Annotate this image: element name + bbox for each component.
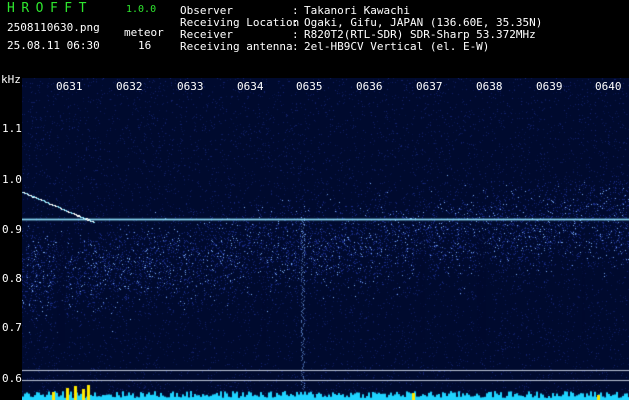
x-tick-label: 0637: [416, 80, 443, 93]
y-tick-label: 0.9: [2, 223, 22, 236]
file-name: 2508110630.png: [7, 21, 100, 34]
antenna-label: Receiving antenna: [180, 40, 293, 53]
spectrogram-display: [22, 78, 629, 400]
antenna-separator: :: [292, 40, 299, 53]
antenna-value: 2el-HB9CV Vertical (el. E-W): [304, 40, 490, 53]
app-version: 1.0.0: [126, 4, 157, 15]
observation-datetime: 25.08.11 06:30: [7, 39, 100, 52]
x-tick-label: 0640: [595, 80, 622, 93]
x-tick-label: 0632: [116, 80, 143, 93]
x-tick-label: 0636: [356, 80, 383, 93]
y-tick-label: 0.6: [2, 372, 22, 385]
y-tick-label: 1.0: [2, 173, 22, 186]
app-title: HROFFT: [7, 1, 93, 16]
x-tick-label: 0638: [476, 80, 503, 93]
meteor-count: 16: [138, 39, 152, 52]
x-tick-label: 0633: [177, 80, 204, 93]
x-tick-label: 0631: [56, 80, 83, 93]
x-tick-label: 0635: [296, 80, 323, 93]
mode-label: meteor: [124, 26, 164, 39]
hrofft-window: HROFFT 1.0.0 2508110630.png meteor 25.08…: [0, 0, 629, 400]
y-axis-unit: kHz: [1, 73, 21, 86]
y-tick-label: 1.1: [2, 122, 22, 135]
x-tick-label: 0639: [536, 80, 563, 93]
x-tick-label: 0634: [237, 80, 264, 93]
y-tick-label: 0.8: [2, 272, 22, 285]
y-tick-label: 0.7: [2, 321, 22, 334]
